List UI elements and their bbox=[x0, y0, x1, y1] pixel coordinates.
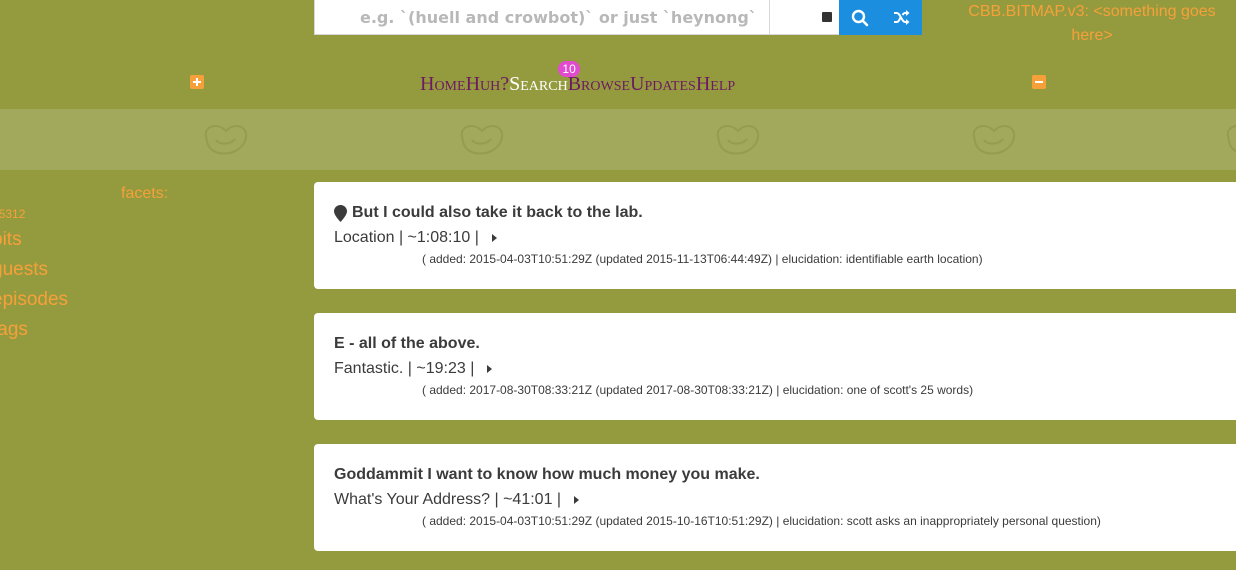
result-card[interactable]: Goddammit I want to know how much money … bbox=[314, 444, 1236, 551]
search-input[interactable] bbox=[314, 0, 770, 35]
facet-item-guests[interactable]: guests bbox=[0, 255, 68, 285]
card-title: E - all of the above. bbox=[334, 335, 480, 352]
card-title-row: But I could also take it back to the lab… bbox=[334, 202, 1234, 224]
search-extra bbox=[770, 0, 839, 35]
card-title-row: E - all of the above. bbox=[334, 333, 1234, 355]
banner bbox=[0, 109, 1236, 170]
play-icon[interactable] bbox=[574, 496, 580, 504]
nav-search[interactable]: Search bbox=[509, 71, 568, 97]
result-card[interactable]: But I could also take it back to the lab… bbox=[314, 182, 1236, 289]
play-icon[interactable] bbox=[491, 234, 497, 242]
bean-icon bbox=[972, 124, 1016, 155]
facet-item-tags[interactable]: tags bbox=[0, 315, 68, 345]
collapse-icon[interactable] bbox=[1032, 75, 1046, 89]
bean-icon bbox=[204, 124, 248, 155]
result-card[interactable]: E - all of the above. Fantastic. | ~19:2… bbox=[314, 313, 1236, 420]
expand-icon[interactable] bbox=[190, 75, 204, 89]
card-subtitle: Location | ~1:08:10 | bbox=[334, 229, 479, 246]
main-nav: Home Huh? Search 10 Browse Updates Help bbox=[420, 61, 735, 97]
search-count-badge: 10 bbox=[558, 61, 581, 77]
card-subtitle: What's Your Address? | ~41:01 | bbox=[334, 491, 562, 508]
card-title: But I could also take it back to the lab… bbox=[352, 204, 643, 221]
bean-icon bbox=[460, 124, 504, 155]
nav-updates[interactable]: Updates bbox=[630, 71, 696, 97]
bean-icon bbox=[1226, 125, 1236, 153]
card-meta: ( added: 2015-04-03T10:51:29Z (updated 2… bbox=[422, 252, 983, 266]
bitmap-label: CBB.BITMAP.v3: <something goes here> bbox=[968, 3, 1216, 44]
facets-title: facets: bbox=[121, 185, 169, 202]
card-title: Goddammit I want to know how much money … bbox=[334, 466, 760, 483]
card-subtitle: Fantastic. | ~19:23 | bbox=[334, 360, 475, 377]
total-count: 15312 bbox=[0, 207, 26, 221]
card-meta: ( added: 2015-04-03T10:51:29Z (updated 2… bbox=[422, 514, 1101, 528]
nav-huh[interactable]: Huh? bbox=[466, 71, 510, 97]
facet-item-episodes[interactable]: episodes bbox=[0, 285, 68, 315]
card-subtitle-row: Location | ~1:08:10 | bbox=[334, 227, 1234, 249]
search-bar bbox=[314, 0, 922, 35]
card-title-row: Goddammit I want to know how much money … bbox=[334, 464, 1234, 486]
stop-icon[interactable] bbox=[822, 12, 832, 22]
card-subtitle-row: What's Your Address? | ~41:01 | bbox=[334, 489, 1234, 511]
nav-search-wrap: Search 10 bbox=[509, 61, 581, 97]
search-icon bbox=[851, 9, 868, 26]
map-pin-icon bbox=[334, 204, 347, 222]
nav-help[interactable]: Help bbox=[696, 71, 735, 97]
facet-item-bits[interactable]: bits bbox=[0, 225, 68, 255]
card-meta: ( added: 2017-08-30T08:33:21Z (updated 2… bbox=[422, 383, 974, 397]
bean-icon bbox=[716, 124, 760, 155]
card-subtitle-row: Fantastic. | ~19:23 | bbox=[334, 358, 1234, 380]
search-button[interactable] bbox=[839, 0, 880, 35]
random-button[interactable] bbox=[880, 0, 922, 35]
play-icon[interactable] bbox=[487, 365, 493, 373]
facet-list: bits guests episodes tags bbox=[0, 225, 68, 345]
nav-home[interactable]: Home bbox=[420, 71, 466, 97]
shuffle-icon bbox=[893, 10, 909, 25]
